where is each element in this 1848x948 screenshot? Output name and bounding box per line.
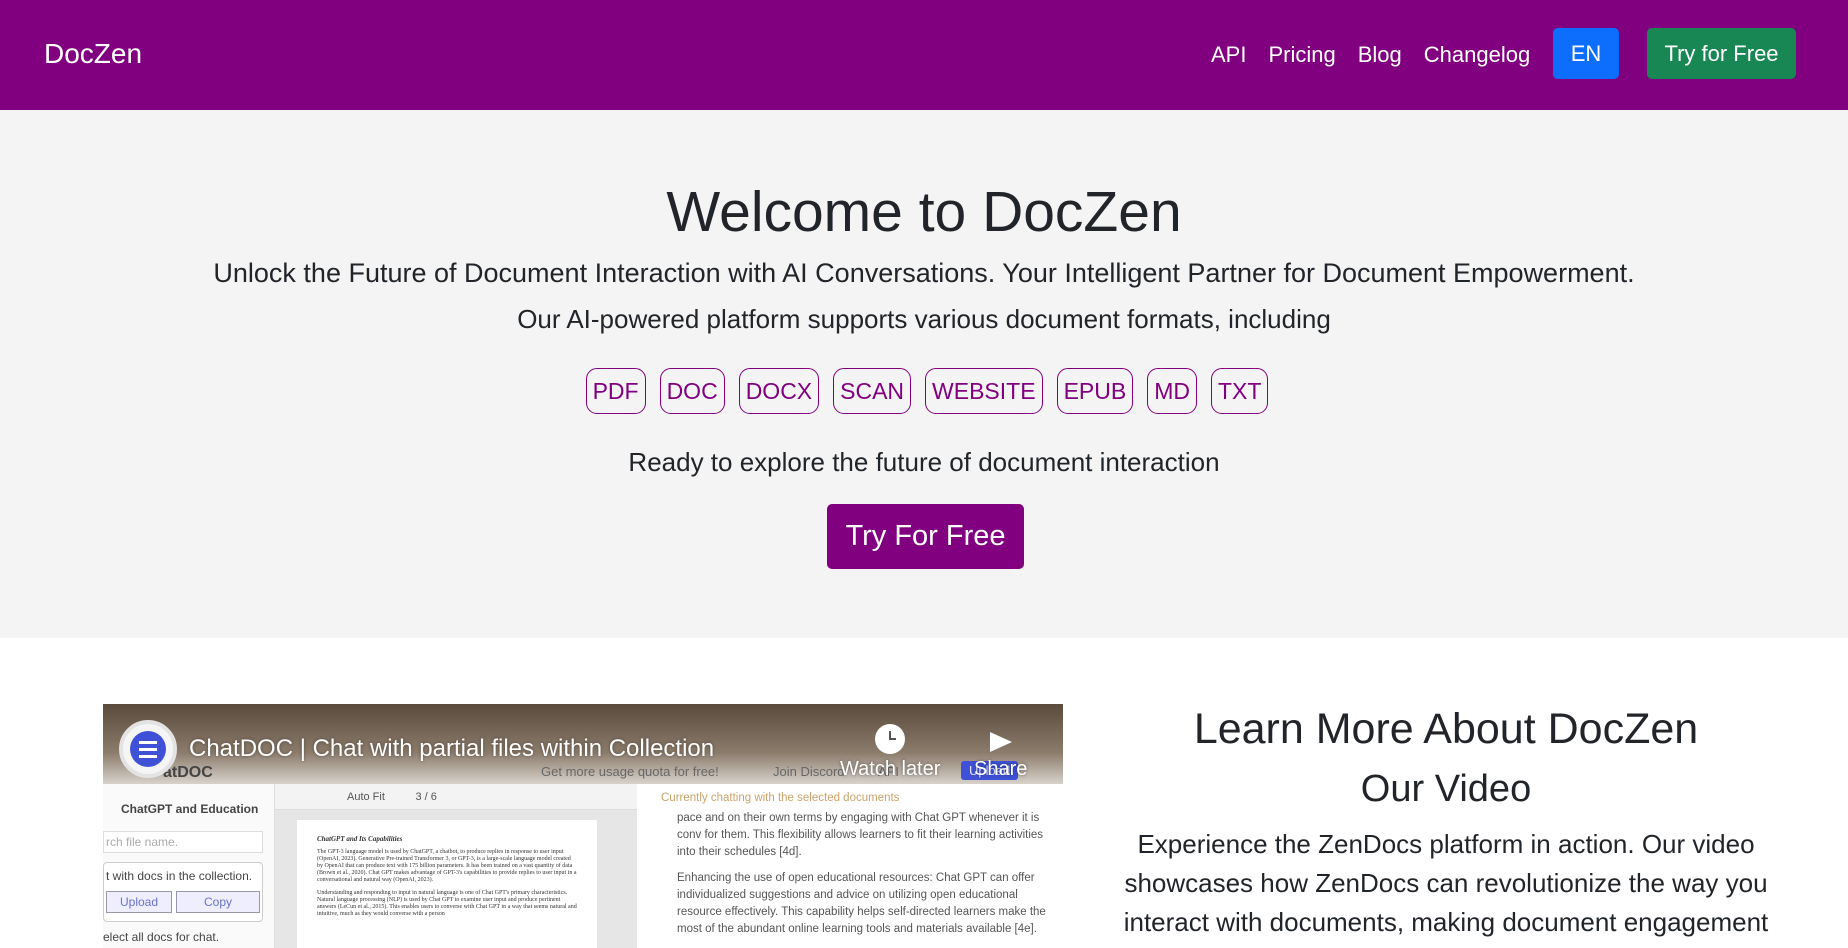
nav-link-changelog[interactable]: Changelog xyxy=(1424,42,1530,68)
watch-later-button[interactable]: Watch later xyxy=(840,724,940,781)
embedded-search-input: rch file name. xyxy=(103,831,263,853)
embedded-collection-note: t with docs in the collection. xyxy=(106,869,253,883)
embedded-page-current: 3 xyxy=(415,791,422,803)
hero-section: Welcome to DocZen Unlock the Future of D… xyxy=(0,110,1848,638)
top-navbar: DocZen API Pricing Blog Changelog EN Try… xyxy=(0,0,1848,110)
our-video-subtitle: Our Video xyxy=(1360,768,1532,810)
embedded-pdf-toolbar: Auto Fit 3 / 6 xyxy=(275,784,637,810)
embedded-discord-link: Join Discord xyxy=(773,764,845,779)
embedded-chat-p2: Enhancing the use of open educational re… xyxy=(677,872,1046,935)
embedded-upload-btn: Upload xyxy=(106,891,172,913)
embedded-chat-p1: pace and on their own terms by engaging … xyxy=(677,812,1044,858)
learn-more-title: Learn More About DocZen xyxy=(1193,705,1699,753)
embedded-quota-notice: Get more usage quota for free! xyxy=(541,764,719,779)
format-badge-txt: TXT xyxy=(1210,368,1269,414)
format-badges: PDF DOC DOCX SCAN WEBSITE EPUB MD TXT xyxy=(0,368,1848,414)
embedded-pdf-heading: ChatGPT and Its Capabilities xyxy=(317,835,403,843)
hero-title: Welcome to DocZen xyxy=(666,180,1182,244)
embedded-pdf-viewer: Auto Fit 3 / 6 ChatGPT and Its Capabilit… xyxy=(275,784,637,948)
embedded-pdf-page: ChatGPT and Its Capabilities The GPT-3 l… xyxy=(297,820,597,948)
video-player[interactable]: atDOC Get more usage quota for free! Joi… xyxy=(103,704,1063,948)
brand-logo-link[interactable]: DocZen xyxy=(44,38,142,70)
share-button[interactable]: Share xyxy=(974,724,1027,781)
clock-icon xyxy=(875,724,906,754)
embedded-pdf-para2: Understanding and responding to input in… xyxy=(317,890,577,917)
format-badge-pdf: PDF xyxy=(585,368,646,414)
embedded-collection-name: ChatGPT and Education xyxy=(121,802,259,816)
document-icon xyxy=(130,731,166,767)
embedded-sidebar: ChatGPT and Education rch file name. t w… xyxy=(103,784,275,948)
embedded-pdf-para1: The GPT-3 language model is used by Chat… xyxy=(317,849,577,883)
embedded-select-all: elect all docs for chat. xyxy=(103,930,220,944)
try-for-free-nav-button[interactable]: Try for Free xyxy=(1647,28,1796,79)
nav-link-api[interactable]: API xyxy=(1211,42,1246,68)
share-icon xyxy=(986,724,1016,754)
embedded-chat-panel: Currently chatting with the selected doc… xyxy=(637,784,1063,948)
format-badge-doc: DOC xyxy=(659,368,725,414)
hero-subtitle: Unlock the Future of Document Interactio… xyxy=(213,258,1635,288)
formats-intro: Our AI-powered platform supports various… xyxy=(517,304,1331,334)
nav-links: API Pricing Blog Changelog xyxy=(1211,42,1530,68)
watch-later-label: Watch later xyxy=(840,758,941,780)
try-for-free-hero-button[interactable]: Try For Free xyxy=(827,504,1024,569)
format-badge-website: WEBSITE xyxy=(925,368,1043,414)
embedded-copy-btn: Copy xyxy=(176,891,260,913)
embedded-collection-box: t with docs in the collection. Upload Co… xyxy=(103,862,263,922)
format-badge-epub: EPUB xyxy=(1056,368,1134,414)
ready-text: Ready to explore the future of document … xyxy=(628,447,1220,477)
nav-link-pricing[interactable]: Pricing xyxy=(1268,42,1335,68)
embedded-page-total: / 6 xyxy=(424,791,437,803)
format-badge-docx: DOCX xyxy=(738,368,820,414)
embedded-chatting-notice: Currently chatting with the selected doc… xyxy=(661,792,900,804)
share-label: Share xyxy=(974,758,1028,780)
language-button[interactable]: EN xyxy=(1553,28,1619,79)
nav-link-blog[interactable]: Blog xyxy=(1358,42,1402,68)
video-title[interactable]: ChatDOC | Chat with partial files within… xyxy=(189,734,714,764)
format-badge-scan: SCAN xyxy=(833,368,912,414)
learn-more-description: Experience the ZenDocs platform in actio… xyxy=(1123,829,1769,937)
channel-avatar[interactable] xyxy=(119,720,177,778)
embedded-zoom: Auto Fit xyxy=(347,791,385,803)
format-badge-md: MD xyxy=(1147,368,1197,414)
